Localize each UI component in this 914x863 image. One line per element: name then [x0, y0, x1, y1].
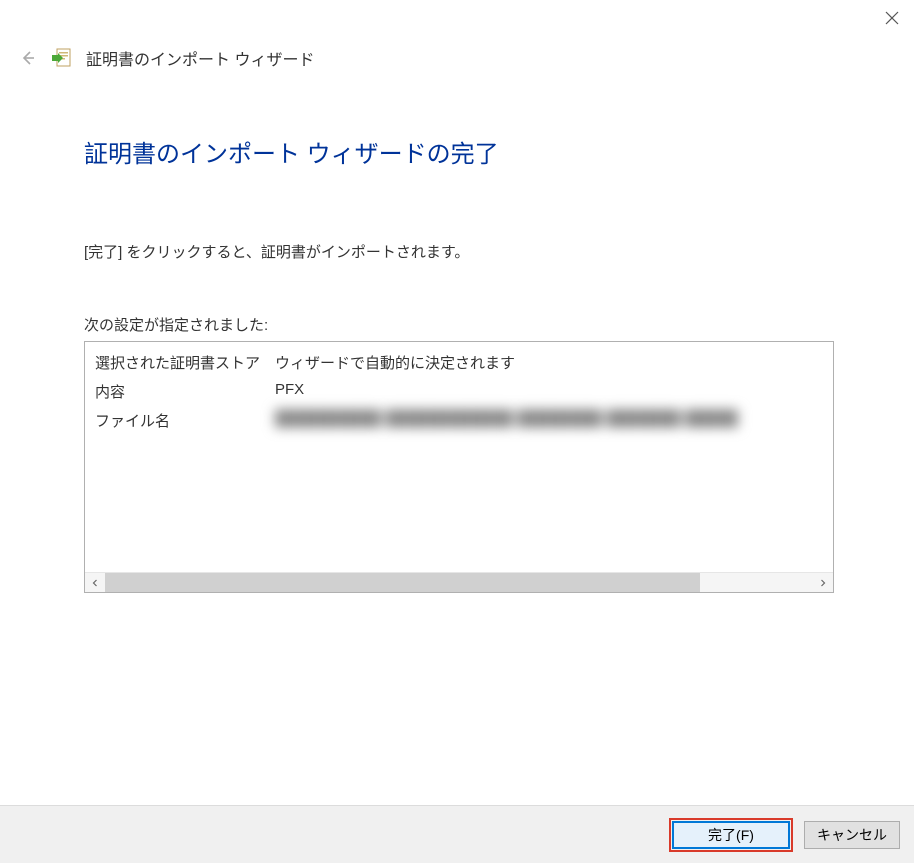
close-icon[interactable] — [882, 8, 902, 28]
certificate-wizard-icon — [50, 47, 74, 69]
table-row: 内容 PFX — [95, 377, 823, 406]
settings-table: 選択された証明書ストア ウィザードで自動的に決定されます 内容 PFX ファイル… — [84, 341, 834, 593]
cancel-button[interactable]: キャンセル — [804, 821, 900, 849]
setting-value: ウィザードで自動的に決定されます — [275, 352, 823, 373]
back-arrow-icon[interactable] — [18, 48, 38, 68]
settings-table-body: 選択された証明書ストア ウィザードで自動的に決定されます 内容 PFX ファイル… — [85, 342, 833, 572]
setting-key: ファイル名 — [95, 410, 275, 431]
scroll-left-icon[interactable] — [85, 573, 105, 592]
scroll-track[interactable] — [105, 573, 813, 592]
footer-bar: 完了(F) キャンセル — [0, 805, 914, 863]
setting-value: ██████████ ████████████ ████████ ███████… — [275, 410, 823, 431]
setting-value: PFX — [275, 381, 823, 402]
page-heading: 証明書のインポート ウィザードの完了 — [84, 134, 830, 169]
table-row: ファイル名 ██████████ ████████████ ████████ █… — [95, 406, 823, 435]
setting-key: 選択された証明書ストア — [95, 352, 275, 373]
title-bar — [0, 0, 914, 42]
content-area: 証明書のインポート ウィザードの完了 [完了] をクリックすると、証明書がインポ… — [0, 84, 914, 593]
horizontal-scrollbar[interactable] — [85, 572, 833, 592]
settings-label: 次の設定が指定されました: — [84, 314, 830, 335]
scroll-thumb[interactable] — [105, 573, 700, 592]
wizard-title: 証明書のインポート ウィザード — [86, 46, 314, 70]
finish-button[interactable]: 完了(F) — [672, 821, 790, 849]
instruction-text: [完了] をクリックすると、証明書がインポートされます。 — [84, 241, 830, 262]
table-row: 選択された証明書ストア ウィザードで自動的に決定されます — [95, 348, 823, 377]
setting-key: 内容 — [95, 381, 275, 402]
wizard-header: 証明書のインポート ウィザード — [0, 42, 914, 84]
scroll-right-icon[interactable] — [813, 573, 833, 592]
